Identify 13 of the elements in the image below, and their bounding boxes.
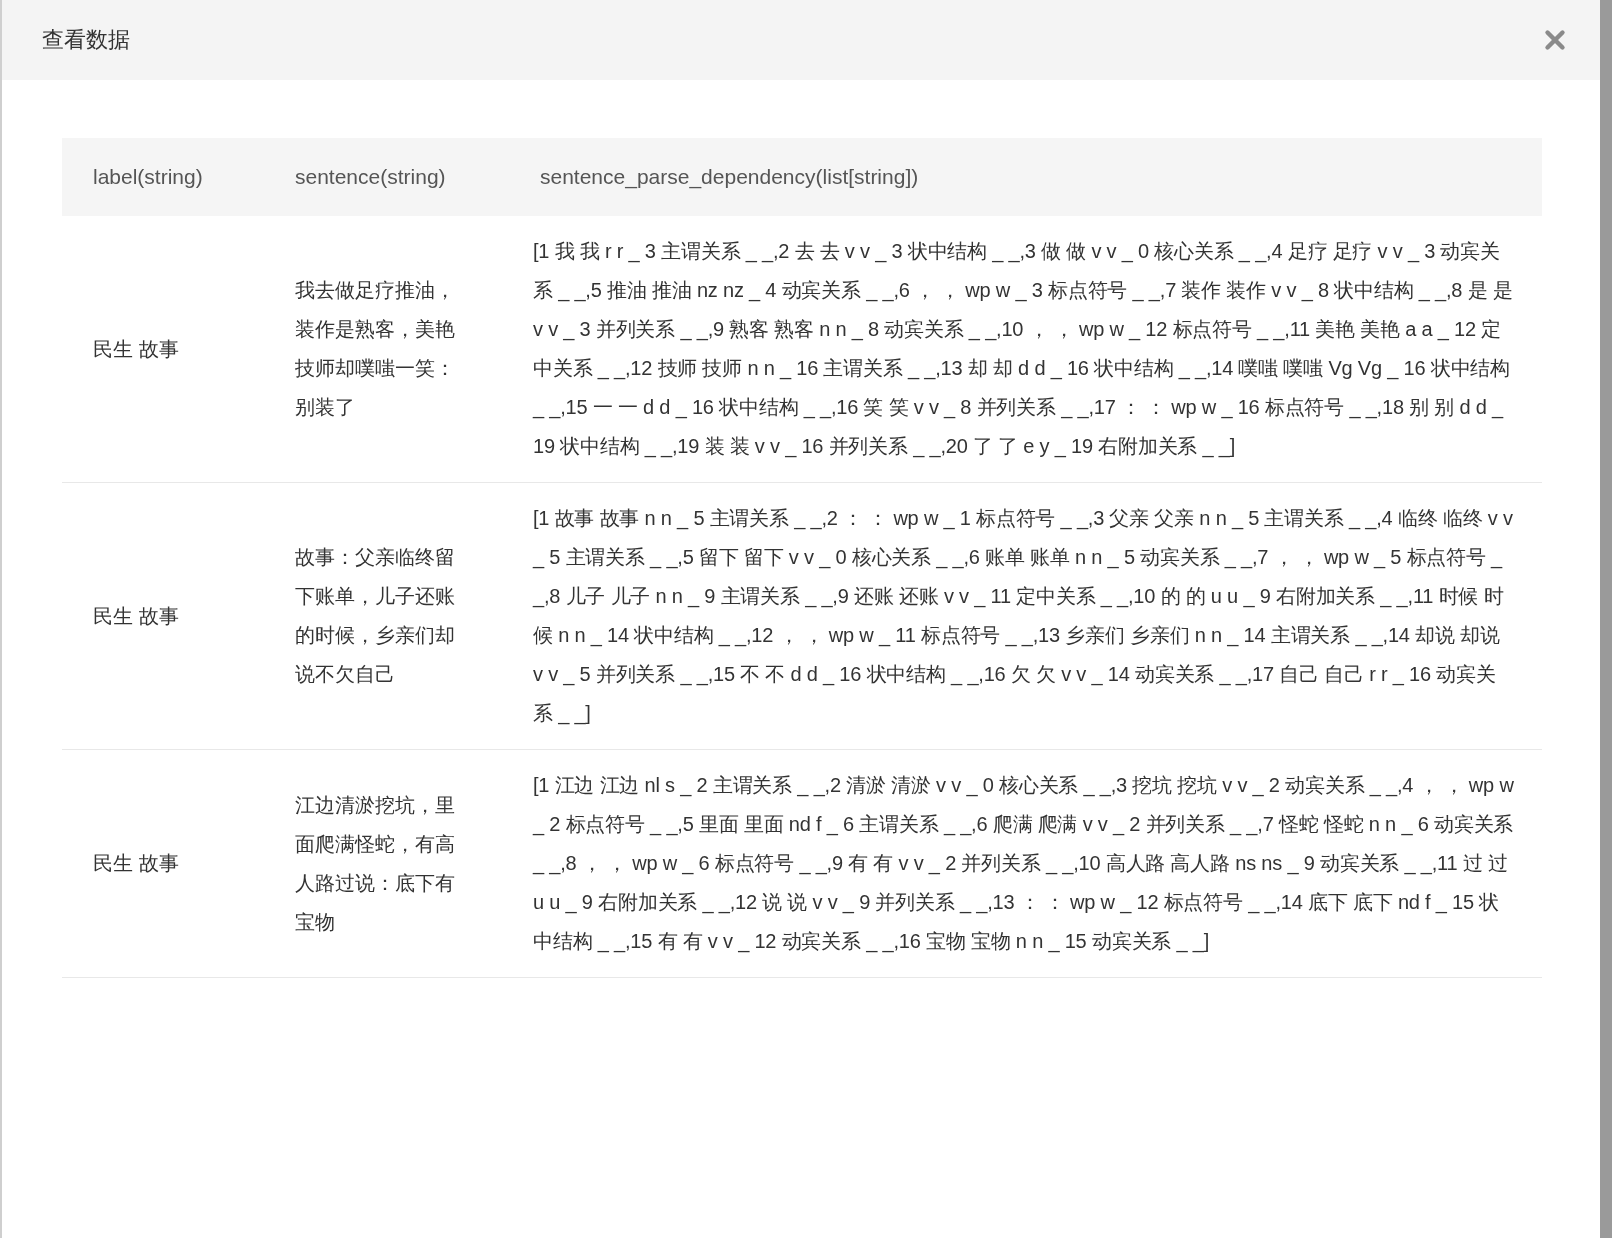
table-cell: 江边清淤挖坑，里面爬满怪蛇，有高人路过说：底下有宝物: [264, 750, 509, 978]
table-cell: 我去做足疗推油，装作是熟客，美艳技师却噗嗤一笑：别装了: [264, 216, 509, 483]
table-cell: 故事：父亲临终留下账单，儿子还账的时候，乡亲们却说不欠自己: [264, 483, 509, 750]
column-header: sentence(string): [264, 138, 509, 216]
table-cell: [1 江边 江边 nl s _ 2 主谓关系 _ _,2 清淤 清淤 v v _ 0 核心关系 _ _,3 挖坑 挖坑 v v _ 2 动宾关系 _ _,4 ， ， wp w _ 2 标点符号 _ _,5 里面 里面 nd f _ 6 主谓关系 _ _,6 爬满 爬满 v v _ 2 并列关系 _ _,7 怪蛇 怪蛇 n n _ 6 动宾关系 _ _,8 ， ， wp w _ 6 标点符号 _ _,9 有 有 v v _ 2 并列关系 _ _,10 高人路 高人路 ns ns _ 9 动宾关系 _ _,11 过 过 u u _ 9 右附加关系 _ _,12 说 说 v v _ 9 并列关系 _ _,13 ： ： wp w _ 12 标点符号 _ _,14 底下 底下 nd f _ 15 状中结构 _ _,15 有 有 v v _ 12 动宾关系 _ _,16 宝物 宝物 n n _ 15 动宾关系 _ _]: [509, 750, 1542, 978]
column-header: sentence_parse_dependency(list[string]): [509, 138, 1542, 216]
table-cell: 民生 故事: [62, 750, 264, 978]
table-cell: 民生 故事: [62, 216, 264, 483]
table-cell: 民生 故事: [62, 483, 264, 750]
table-cell: [1 故事 故事 n n _ 5 主谓关系 _ _,2 ： ： wp w _ 1 标点符号 _ _,3 父亲 父亲 n n _ 5 主谓关系 _ _,4 临终 临终 v v _ 5 主谓关系 _ _,5 留下 留下 v v _ 0 核心关系 _ _,6 账单 账单 n n _ 5 动宾关系 _ _,7 ， ， wp w _ 5 标点符号 _ _,8 儿子 儿子 n n _ 9 主谓关系 _ _,9 还账 还账 v v _ 11 定中关系 _ _,10 的 的 u u _ 9 右附加关系 _ _,11 时候 时候 n n _ 14 状中结构 _ _,12 ， ， wp w _ 11 标点符号 _ _,13 乡亲们 乡亲们 n n _ 14 主谓关系 _ _,14 却说 却说 v v _ 5 并列关系 _ _,15 不 不 d d _ 16 状中结构 _ _,16 欠 欠 v v _ 14 动宾关系 _ _,17 自己 自己 r r _ 16 动宾关系 _ _]: [509, 483, 1542, 750]
dialog-title: 查看数据: [42, 26, 130, 54]
table-cell: [1 我 我 r r _ 3 主谓关系 _ _,2 去 去 v v _ 3 状中结构 _ _,3 做 做 v v _ 0 核心关系 _ _,4 足疗 足疗 v v _ 3 动宾关系 _ _,5 推油 推油 nz nz _ 4 动宾关系 _ _,6 ， ， wp w _ 3 标点符号 _ _,7 装作 装作 v v _ 8 状中结构 _ _,8 是 是 v v _ 3 并列关系 _ _,9 熟客 熟客 n n _ 8 动宾关系 _ _,10 ， ， wp w _ 12 标点符号 _ _,11 美艳 美艳 a a _ 12 定中关系 _ _,12 技师 技师 n n _ 16 主谓关系 _ _,13 却 却 d d _ 16 状中结构 _ _,14 噗嗤 噗嗤 Vg Vg _ 16 状中结构 _ _,15 一 一 d d _ 16 状中结构 _ _,16 笑 笑 v v _ 8 并列关系 _ _,17 ： ： wp w _ 16 标点符号 _ _,18 别 别 d d _ 19 状中结构 _ _,19 装 装 v v _ 16 并列关系 _ _,20 了 了 e y _ 19 右附加关系 _ _]: [509, 216, 1542, 483]
column-header: label(string): [62, 138, 264, 216]
